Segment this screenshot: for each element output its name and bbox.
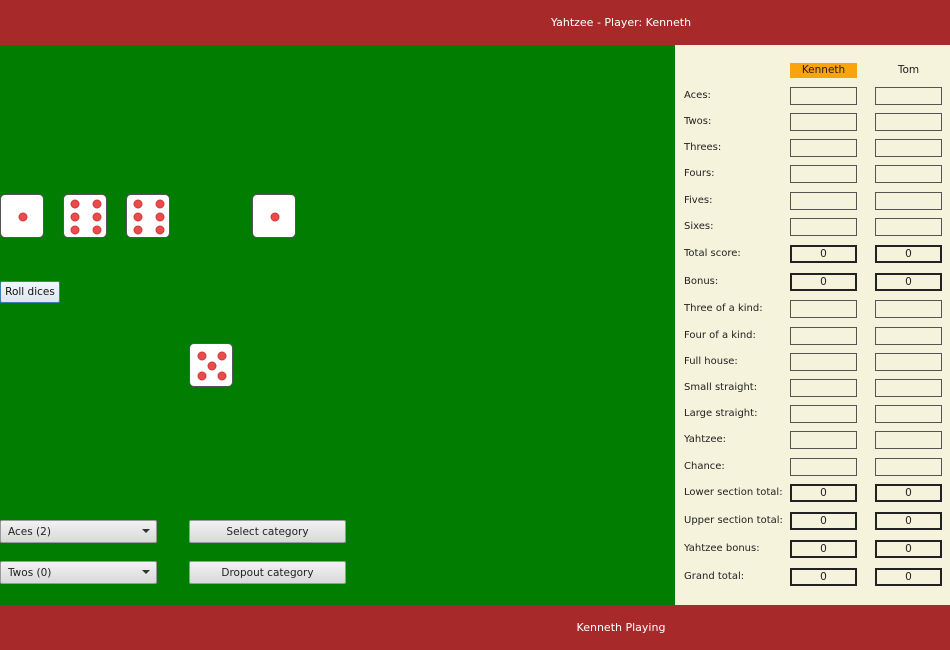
score-cell-three-of-a-kind-tom[interactable] <box>875 300 942 318</box>
die-pip <box>197 371 207 381</box>
die-pip <box>155 212 165 222</box>
score-cell-four-of-a-kind-kenneth[interactable] <box>790 327 857 345</box>
player-header-kenneth: Kenneth <box>790 63 857 78</box>
dropout-category-dropdown[interactable]: Twos (0) <box>0 561 157 584</box>
score-cell-three-of-a-kind-kenneth[interactable] <box>790 300 857 318</box>
window-title: Yahtzee - Player: Kenneth <box>550 16 692 29</box>
score-cell-fives-kenneth[interactable] <box>790 192 857 210</box>
die-1[interactable] <box>0 194 44 238</box>
score-cell-fours-tom[interactable] <box>875 165 942 183</box>
die-pip <box>92 225 102 235</box>
die-pip <box>270 212 280 222</box>
die-pip <box>197 351 207 361</box>
title-bar: Yahtzee - Player: Kenneth <box>0 0 950 45</box>
row-label-four-of-a-kind: Four of a kind: <box>684 330 756 341</box>
row-label-large-straight: Large straight: <box>684 408 758 419</box>
score-cell-threes-tom[interactable] <box>875 139 942 157</box>
score-cell-fours-kenneth[interactable] <box>790 165 857 183</box>
score-cell-large-straight-tom[interactable] <box>875 405 942 423</box>
die-5[interactable] <box>189 343 233 387</box>
die-2[interactable] <box>63 194 107 238</box>
die-pip <box>217 351 227 361</box>
row-label-fives: Fives: <box>684 195 713 206</box>
score-cell-grand-total-tom: 0 <box>875 568 942 586</box>
row-label-chance: Chance: <box>684 461 725 472</box>
row-label-upper-section-total: Upper section total: <box>684 515 783 526</box>
die-pip <box>70 212 80 222</box>
score-cell-total-score-tom: 0 <box>875 245 942 263</box>
row-label-bonus: Bonus: <box>684 276 719 287</box>
score-cell-threes-kenneth[interactable] <box>790 139 857 157</box>
die-pip <box>92 199 102 209</box>
status-bar: Kenneth Playing <box>0 605 950 650</box>
row-label-fours: Fours: <box>684 168 715 179</box>
die-pip <box>207 361 217 371</box>
status-text: Kenneth Playing <box>576 621 666 634</box>
die-pip <box>217 371 227 381</box>
player-header-tom: Tom <box>897 64 920 76</box>
score-cell-yahtzee-tom[interactable] <box>875 431 942 449</box>
score-cell-yahtzee-bonus-kenneth: 0 <box>790 540 857 558</box>
roll-dice-button[interactable]: Roll dices <box>0 281 60 303</box>
die-pip <box>155 225 165 235</box>
score-cell-small-straight-tom[interactable] <box>875 379 942 397</box>
select-category-value: Aces (2) <box>8 525 51 538</box>
score-cell-full-house-tom[interactable] <box>875 353 942 371</box>
score-cell-grand-total-kenneth: 0 <box>790 568 857 586</box>
score-cell-upper-section-total-tom: 0 <box>875 512 942 530</box>
row-label-full-house: Full house: <box>684 356 738 367</box>
row-label-aces: Aces: <box>684 90 711 101</box>
row-label-twos: Twos: <box>684 116 712 127</box>
die-4[interactable] <box>252 194 296 238</box>
row-label-three-of-a-kind: Three of a kind: <box>684 303 763 314</box>
score-cell-yahtzee-kenneth[interactable] <box>790 431 857 449</box>
select-category-dropdown[interactable]: Aces (2) <box>0 520 157 543</box>
row-label-total-score: Total score: <box>684 248 741 259</box>
score-cell-chance-tom[interactable] <box>875 458 942 476</box>
row-label-yahtzee: Yahtzee: <box>684 434 727 445</box>
score-cell-fives-tom[interactable] <box>875 192 942 210</box>
die-3[interactable] <box>126 194 170 238</box>
select-category-button[interactable]: Select category <box>189 520 346 543</box>
score-cell-lower-section-total-kenneth: 0 <box>790 484 857 502</box>
die-pip <box>133 225 143 235</box>
score-cell-twos-kenneth[interactable] <box>790 113 857 131</box>
score-cell-large-straight-kenneth[interactable] <box>790 405 857 423</box>
score-cell-upper-section-total-kenneth: 0 <box>790 512 857 530</box>
dropout-category-value: Twos (0) <box>8 566 52 579</box>
row-label-grand-total: Grand total: <box>684 571 745 582</box>
score-cell-sixes-tom[interactable] <box>875 218 942 236</box>
die-pip <box>70 225 80 235</box>
score-cell-sixes-kenneth[interactable] <box>790 218 857 236</box>
score-cell-full-house-kenneth[interactable] <box>790 353 857 371</box>
die-pip <box>18 212 28 222</box>
score-cell-chance-kenneth[interactable] <box>790 458 857 476</box>
dropout-category-button[interactable]: Dropout category <box>189 561 346 584</box>
row-label-small-straight: Small straight: <box>684 382 758 393</box>
chevron-down-icon <box>142 570 150 574</box>
score-cell-small-straight-kenneth[interactable] <box>790 379 857 397</box>
die-pip <box>92 212 102 222</box>
die-pip <box>133 212 143 222</box>
score-cell-lower-section-total-tom: 0 <box>875 484 942 502</box>
row-label-yahtzee-bonus: Yahtzee bonus: <box>684 543 760 554</box>
chevron-down-icon <box>142 529 150 533</box>
score-cell-total-score-kenneth: 0 <box>790 245 857 263</box>
score-cell-bonus-kenneth: 0 <box>790 273 857 291</box>
score-cell-yahtzee-bonus-tom: 0 <box>875 540 942 558</box>
die-pip <box>133 199 143 209</box>
score-cell-aces-kenneth[interactable] <box>790 87 857 105</box>
die-pip <box>155 199 165 209</box>
score-cell-bonus-tom: 0 <box>875 273 942 291</box>
row-label-sixes: Sixes: <box>684 221 714 232</box>
row-label-lower-section-total: Lower section total: <box>684 487 783 498</box>
score-cell-four-of-a-kind-tom[interactable] <box>875 327 942 345</box>
score-cell-twos-tom[interactable] <box>875 113 942 131</box>
die-pip <box>70 199 80 209</box>
score-cell-aces-tom[interactable] <box>875 87 942 105</box>
row-label-threes: Threes: <box>684 142 722 153</box>
